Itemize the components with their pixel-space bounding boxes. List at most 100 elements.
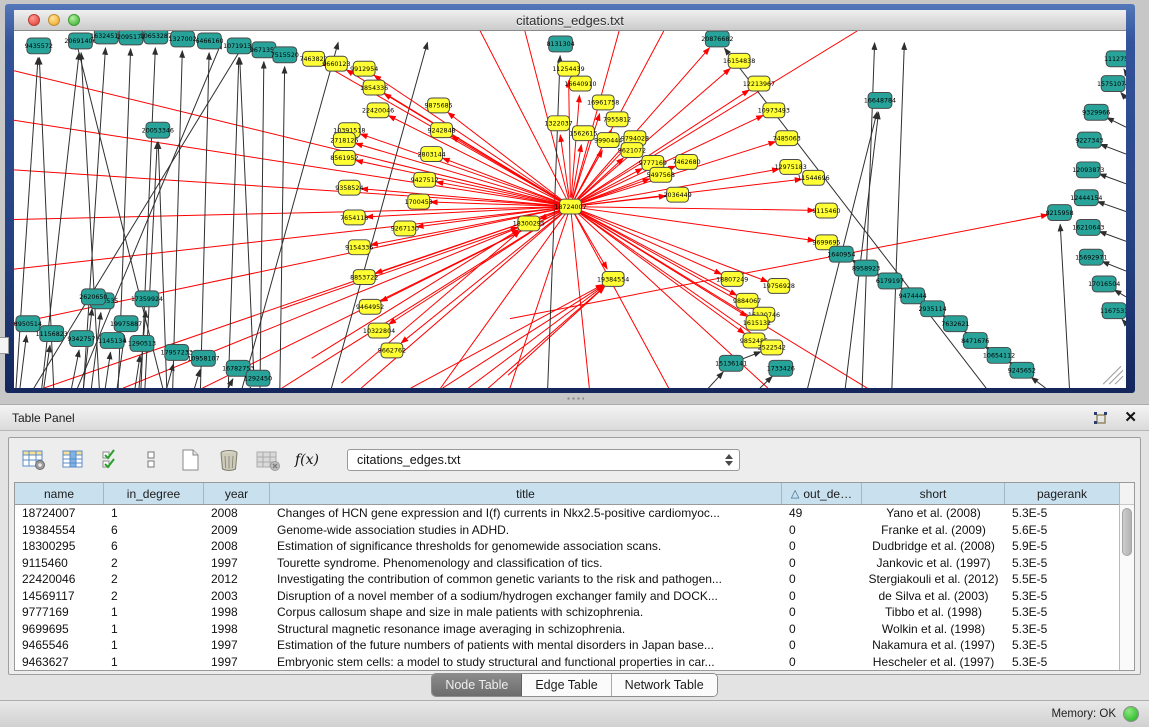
yellow-node[interactable]: 18300295 xyxy=(513,216,545,231)
yellow-node[interactable]: 1322037 xyxy=(544,116,572,131)
network-window-titlebar[interactable]: citations_edges.txt xyxy=(14,10,1126,31)
yellow-node[interactable]: 9884067 xyxy=(733,293,761,308)
column-header-short[interactable]: short xyxy=(862,483,1005,504)
yellow-node[interactable]: 9154336 xyxy=(345,240,373,255)
teal-node[interactable]: 1733426 xyxy=(767,360,795,376)
yellow-node[interactable]: 16961758 xyxy=(587,95,619,110)
zoom-window-button[interactable] xyxy=(68,14,80,26)
row-height-button[interactable] xyxy=(138,448,164,472)
teal-node[interactable]: 11156823 xyxy=(36,326,68,342)
teal-node[interactable]: 1292450 xyxy=(244,370,272,386)
teal-node[interactable]: 8215958 xyxy=(1045,205,1073,221)
splitter-handle[interactable] xyxy=(566,396,584,402)
teal-node[interactable]: 8131304 xyxy=(546,36,574,52)
yellow-node[interactable]: 16154838 xyxy=(723,53,755,68)
tab-edge-table[interactable]: Edge Table xyxy=(522,674,611,696)
table-row[interactable]: 946554611997Estimation of the future num… xyxy=(15,637,1119,654)
close-window-button[interactable] xyxy=(28,14,40,26)
teal-node[interactable]: 15751074 xyxy=(1097,76,1126,92)
teal-node[interactable]: 16210643 xyxy=(1072,219,1104,235)
yellow-node[interactable]: 9912954 xyxy=(350,61,378,76)
table-settings-button[interactable] xyxy=(21,448,47,472)
network-view-window[interactable]: citations_edges.txt 18724007183002959427… xyxy=(5,4,1135,393)
tab-network-table[interactable]: Network Table xyxy=(612,674,717,696)
teal-node[interactable]: 2935114 xyxy=(918,301,946,317)
yellow-node[interactable]: 1615132 xyxy=(743,315,771,330)
teal-node[interactable]: 2620650 xyxy=(79,289,107,305)
panel-collapse-handle[interactable] xyxy=(0,337,9,354)
teal-node[interactable]: 6179197 xyxy=(876,273,904,289)
column-header-in_degree[interactable]: in_degree xyxy=(104,483,204,504)
function-builder-button[interactable]: f(x) xyxy=(294,448,320,472)
memory-ok-indicator[interactable] xyxy=(1123,706,1139,722)
column-header-out_de[interactable]: △out_de… xyxy=(782,483,862,504)
teal-node[interactable]: 1112758 xyxy=(1104,51,1126,67)
yellow-node[interactable]: 9660123 xyxy=(322,56,350,71)
minimize-window-button[interactable] xyxy=(48,14,60,26)
delete-table-button[interactable] xyxy=(255,448,281,472)
yellow-node[interactable]: 8561952 xyxy=(330,151,358,166)
teal-node[interactable]: 8950514 xyxy=(14,316,42,332)
teal-node[interactable]: 16648784 xyxy=(864,93,896,109)
teal-node[interactable]: 10958107 xyxy=(187,350,219,366)
teal-node[interactable]: 1327002 xyxy=(169,31,197,47)
table-row[interactable]: 1830029562008Estimation of significance … xyxy=(15,538,1119,555)
yellow-node[interactable]: 9242848 xyxy=(427,123,455,138)
delete-column-button[interactable] xyxy=(216,448,242,472)
yellow-node[interactable]: 2718126 xyxy=(330,133,358,148)
teal-node[interactable]: 1145134 xyxy=(98,333,126,349)
yellow-node[interactable]: 9875685 xyxy=(424,98,452,113)
table-row[interactable]: 1872400712008Changes of HCN gene express… xyxy=(15,505,1119,522)
teal-node[interactable]: 20053346 xyxy=(142,122,174,138)
teal-node[interactable]: 1290513 xyxy=(128,336,156,352)
yellow-node[interactable]: 11544696 xyxy=(797,170,829,185)
yellow-node[interactable]: 9621072 xyxy=(618,143,646,158)
teal-node[interactable]: 19975887 xyxy=(110,316,142,332)
vertical-scrollbar[interactable] xyxy=(1119,483,1134,670)
table-row[interactable]: 969969511998Structural magnetic resonanc… xyxy=(15,621,1119,638)
yellow-node[interactable]: 7654118 xyxy=(340,210,368,225)
table-row[interactable]: 946362711997Embryonic stem cells: a mode… xyxy=(15,654,1119,671)
yellow-node[interactable]: 9427512 xyxy=(411,172,439,187)
new-column-button[interactable] xyxy=(177,448,203,472)
teal-node[interactable]: 12093873 xyxy=(1072,162,1104,178)
teal-node[interactable]: 8958923 xyxy=(852,260,880,276)
network-canvas[interactable]: 1872400718300295942751228031449242848987… xyxy=(14,31,1126,388)
yellow-node[interactable]: 9115460 xyxy=(812,203,840,218)
table-row[interactable]: 977716911998Corpus callosum shape and si… xyxy=(15,604,1119,621)
column-header-title[interactable]: title xyxy=(270,483,782,504)
teal-node[interactable]: 12444154 xyxy=(1070,190,1102,206)
yellow-node[interactable]: 7485063 xyxy=(773,131,801,146)
teal-node[interactable]: 10653287 xyxy=(140,31,172,44)
column-layout-button[interactable] xyxy=(60,448,86,472)
column-checklist-button[interactable] xyxy=(99,448,125,472)
teal-node[interactable]: 15692971 xyxy=(1075,249,1107,265)
teal-node[interactable]: 9227343 xyxy=(1075,132,1103,148)
yellow-node[interactable]: 9990444 xyxy=(594,133,622,148)
teal-node[interactable]: 9435572 xyxy=(25,38,53,54)
tab-node-table[interactable]: Node Table xyxy=(432,674,522,696)
yellow-node[interactable]: 12975183 xyxy=(775,159,807,174)
scrollbar-track[interactable] xyxy=(1120,505,1134,670)
yellow-node[interactable]: 19384554 xyxy=(597,272,629,287)
table-source-dropdown[interactable]: citations_edges.txt xyxy=(347,449,740,471)
float-panel-icon[interactable] xyxy=(1093,411,1108,425)
teal-node[interactable]: 8471676 xyxy=(961,333,989,349)
column-header-pagerank[interactable]: pagerank xyxy=(1005,483,1119,504)
teal-node[interactable]: 10654112 xyxy=(983,347,1015,363)
yellow-node[interactable]: 9358524 xyxy=(335,180,363,195)
teal-node[interactable]: 1640954 xyxy=(827,246,855,262)
yellow-node[interactable]: 19756928 xyxy=(763,278,795,293)
close-panel-icon[interactable]: ✕ xyxy=(1124,410,1137,425)
teal-node[interactable]: 7632621 xyxy=(941,316,969,332)
table-row[interactable]: 1456911722003Disruption of a novel membe… xyxy=(15,588,1119,605)
yellow-node[interactable]: 9464952 xyxy=(356,299,384,314)
yellow-node[interactable]: 9662762 xyxy=(378,343,406,358)
yellow-node[interactable]: 1700453 xyxy=(405,194,433,209)
table-row[interactable]: 1938455462009Genome-wide association stu… xyxy=(15,522,1119,539)
teal-node[interactable]: 7515520 xyxy=(271,47,299,63)
yellow-node[interactable]: 7462680 xyxy=(672,155,700,170)
yellow-node[interactable]: 10322804 xyxy=(363,323,395,338)
column-header-year[interactable]: year xyxy=(204,483,270,504)
yellow-node[interactable]: 2803144 xyxy=(418,147,446,162)
